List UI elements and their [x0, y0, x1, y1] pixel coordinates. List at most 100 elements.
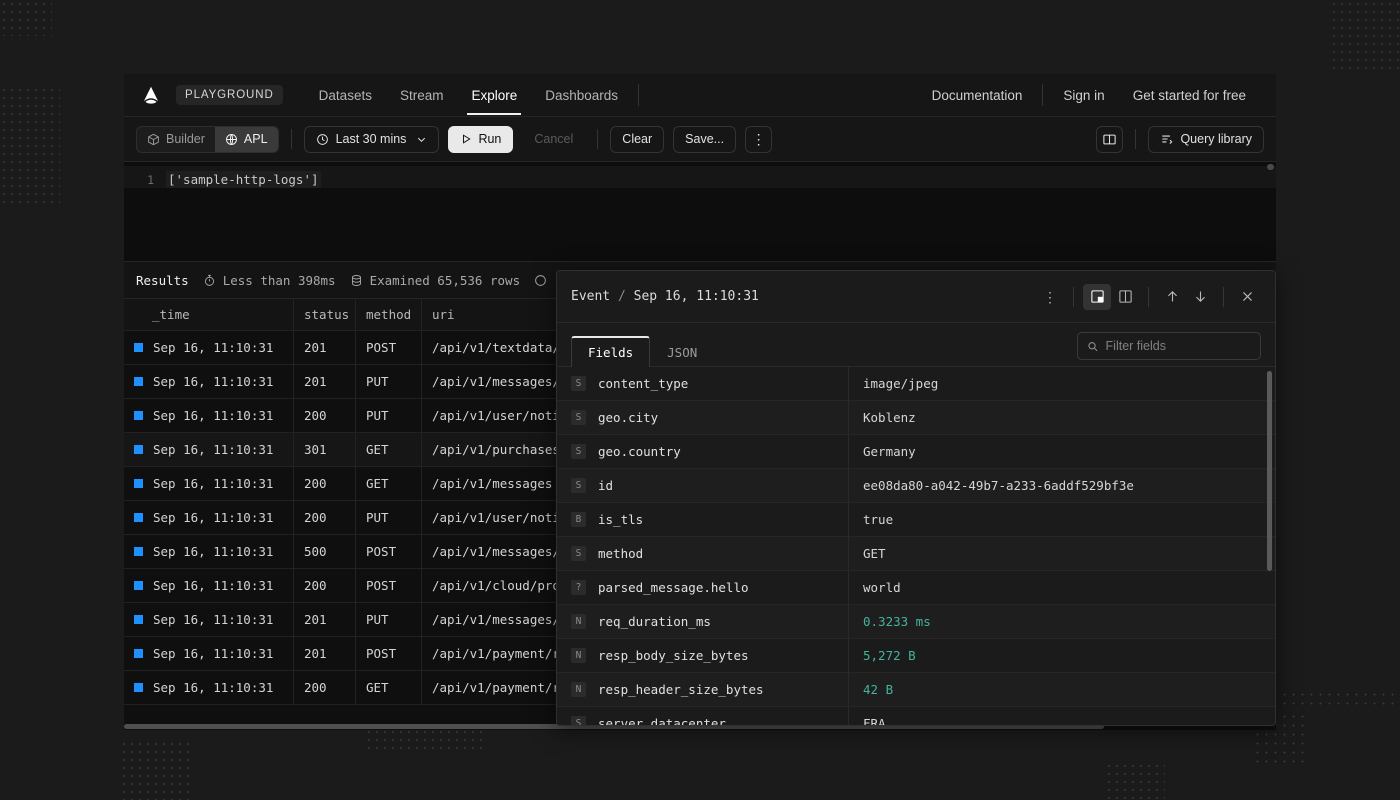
layout-bottom-right-button[interactable]	[1083, 284, 1111, 310]
row-marker-icon	[134, 411, 143, 420]
results-duration-label: Less than 398ms	[223, 273, 336, 288]
field-row[interactable]: Nreq_duration_ms0.3233 ms	[557, 605, 1275, 639]
field-row[interactable]: Nresp_header_size_bytes42 B	[557, 673, 1275, 707]
field-key-label: id	[598, 478, 613, 493]
field-row[interactable]: Sgeo.countryGermany	[557, 435, 1275, 469]
query-library-button[interactable]: Query library	[1148, 126, 1264, 153]
background-dot-pattern	[120, 740, 192, 800]
cell-time-value: Sep 16, 11:10:31	[153, 510, 273, 525]
cell-status: 201	[294, 331, 356, 364]
next-event-button[interactable]	[1186, 284, 1214, 310]
cancel-query-button[interactable]: Cancel	[522, 126, 585, 153]
filter-fields-search[interactable]	[1077, 332, 1261, 360]
field-key-label: is_tls	[598, 512, 643, 527]
field-row[interactable]: Sidee08da80-a042-49b7-a233-6addf529bf3e	[557, 469, 1275, 503]
tab-fields[interactable]: Fields	[571, 336, 650, 367]
workspace-badge[interactable]: PLAYGROUND	[176, 85, 283, 105]
field-key-label: resp_header_size_bytes	[598, 682, 764, 697]
results-extra-info-icon[interactable]	[534, 274, 547, 287]
toggle-docs-panel-button[interactable]	[1096, 126, 1123, 153]
nav-item-stream[interactable]: Stream	[386, 75, 458, 115]
panel-split-layout-icon	[1118, 289, 1133, 304]
event-fields-scrollbar[interactable]	[1267, 371, 1272, 571]
library-list-icon	[1160, 132, 1174, 146]
cell-status: 500	[294, 535, 356, 568]
cell-time-value: Sep 16, 11:10:31	[153, 476, 273, 491]
mode-apl-button[interactable]: APL	[215, 127, 278, 152]
field-key: Scontent_type	[557, 367, 849, 400]
field-key-label: parsed_message.hello	[598, 580, 749, 595]
info-circle-icon	[534, 274, 547, 287]
field-type-badge: S	[571, 546, 586, 561]
filter-fields-input[interactable]	[1106, 339, 1251, 353]
event-timestamp: Sep 16, 11:10:31	[634, 289, 759, 304]
field-value: 0.3233 ms	[849, 614, 931, 629]
field-key: Smethod	[557, 537, 849, 570]
event-breadcrumb-label: Event	[571, 289, 610, 304]
row-marker-icon	[134, 615, 143, 624]
kebab-menu-icon: ⋮	[1043, 290, 1057, 304]
run-query-button[interactable]: Run	[448, 126, 513, 153]
field-key: Sid	[557, 469, 849, 502]
query-more-menu-button[interactable]: ⋮	[745, 126, 772, 153]
toolbar-right-group: Query library	[1096, 126, 1264, 153]
cell-status: 200	[294, 501, 356, 534]
background-dot-pattern	[0, 0, 52, 36]
cell-time-value: Sep 16, 11:10:31	[153, 680, 273, 695]
cube-icon	[147, 133, 160, 146]
cell-time-value: Sep 16, 11:10:31	[153, 442, 273, 457]
tab-json[interactable]: JSON	[650, 337, 714, 367]
nav-item-get-started[interactable]: Get started for free	[1119, 75, 1260, 115]
mode-builder-label: Builder	[166, 132, 205, 146]
field-key-label: req_duration_ms	[598, 614, 711, 629]
database-icon	[350, 274, 363, 287]
field-value: image/jpeg	[849, 376, 938, 391]
column-header-time[interactable]: _time	[124, 299, 294, 330]
nav-item-dashboards[interactable]: Dashboards	[531, 75, 632, 115]
nav-item-datasets[interactable]: Datasets	[305, 75, 386, 115]
clear-query-button[interactable]: Clear	[610, 126, 664, 153]
top-navigation-right: Documentation Sign in Get started for fr…	[918, 75, 1260, 115]
previous-event-button[interactable]	[1158, 284, 1186, 310]
field-row[interactable]: Sserver.datacenterFRA	[557, 707, 1275, 725]
row-marker-icon	[134, 513, 143, 522]
apl-query-editor[interactable]: 1 ['sample-http-logs']	[124, 162, 1276, 262]
nav-item-explore[interactable]: Explore	[457, 75, 531, 115]
editor-code-text[interactable]: ['sample-http-logs']	[166, 171, 321, 188]
field-value: FRA	[849, 716, 886, 725]
close-icon	[1240, 289, 1255, 304]
background-dot-pattern	[0, 86, 60, 206]
cell-method: POST	[356, 569, 422, 602]
column-header-status[interactable]: status	[294, 299, 356, 330]
field-value: Koblenz	[849, 410, 916, 425]
cell-time: Sep 16, 11:10:31	[124, 637, 294, 670]
field-key: Sserver.datacenter	[557, 707, 849, 725]
nav-item-sign-in[interactable]: Sign in	[1049, 75, 1118, 115]
save-query-button[interactable]: Save...	[673, 126, 736, 153]
field-row[interactable]: ?parsed_message.helloworld	[557, 571, 1275, 605]
field-row[interactable]: Sgeo.cityKoblenz	[557, 401, 1275, 435]
mode-builder-button[interactable]: Builder	[137, 127, 215, 152]
field-row[interactable]: Scontent_typeimage/jpeg	[557, 367, 1275, 401]
close-event-panel-button[interactable]	[1233, 284, 1261, 310]
cell-method: PUT	[356, 399, 422, 432]
cell-method: POST	[356, 535, 422, 568]
row-marker-icon	[134, 581, 143, 590]
kebab-menu-icon: ⋮	[752, 132, 766, 146]
axiom-logo-icon[interactable]	[140, 84, 162, 106]
row-marker-icon	[134, 649, 143, 658]
cell-time: Sep 16, 11:10:31	[124, 501, 294, 534]
time-range-picker[interactable]: Last 30 mins	[304, 126, 440, 153]
column-header-method[interactable]: method	[356, 299, 422, 330]
field-row[interactable]: Bis_tlstrue	[557, 503, 1275, 537]
field-row[interactable]: SmethodGET	[557, 537, 1275, 571]
field-key-label: geo.country	[598, 444, 681, 459]
nav-item-documentation[interactable]: Documentation	[918, 75, 1037, 115]
layout-side-by-side-button[interactable]	[1111, 284, 1139, 310]
field-row[interactable]: Nresp_body_size_bytes5,272 B	[557, 639, 1275, 673]
time-range-label: Last 30 mins	[336, 132, 407, 146]
event-more-menu-button[interactable]: ⋮	[1036, 284, 1064, 310]
field-type-badge: ?	[571, 580, 586, 595]
cell-method: PUT	[356, 501, 422, 534]
field-value: 5,272 B	[849, 648, 916, 663]
